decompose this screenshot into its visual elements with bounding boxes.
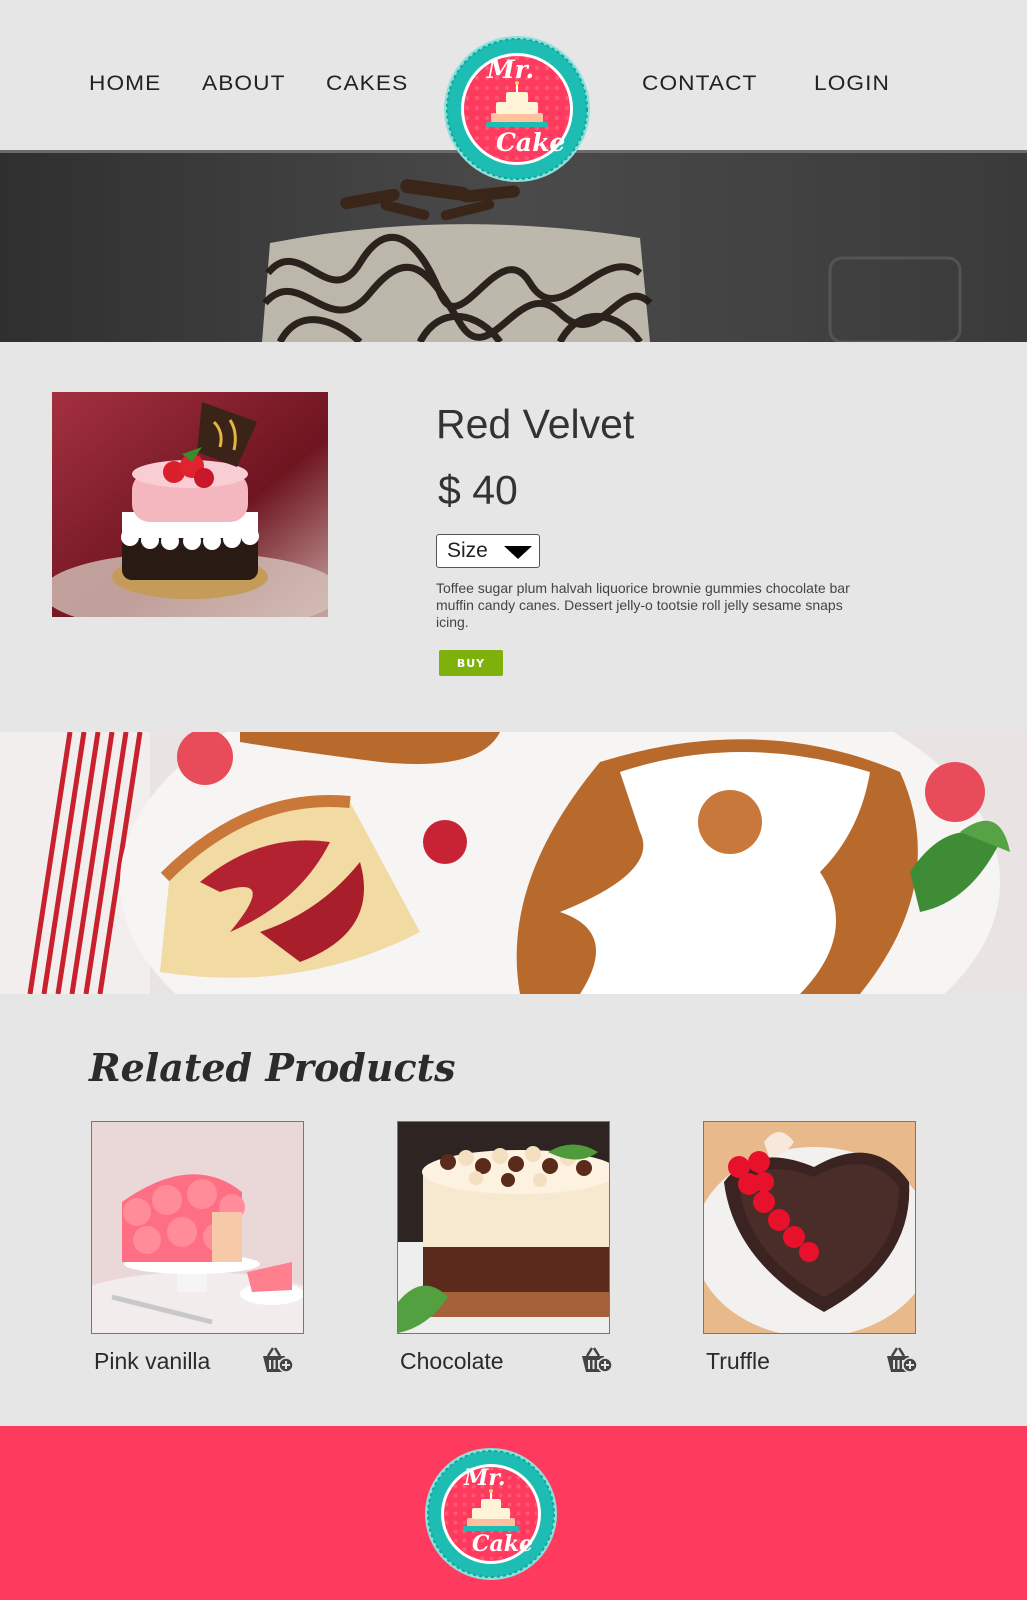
logo-text-cake: Cake bbox=[472, 1531, 534, 1557]
nav-home[interactable]: HOME bbox=[89, 72, 161, 96]
product-price: $ 40 bbox=[438, 467, 518, 513]
related-product-name[interactable]: Pink vanilla bbox=[94, 1347, 210, 1375]
nav-cakes[interactable]: CAKES bbox=[326, 72, 408, 96]
banner-image bbox=[0, 732, 1027, 994]
cart-add-icon[interactable] bbox=[580, 1346, 614, 1376]
related-product-card[interactable]: Chocolate bbox=[397, 1121, 615, 1381]
logo-text-mr: Mr. bbox=[487, 55, 535, 84]
product-description: Toffee sugar plum halvah liquorice brown… bbox=[436, 580, 850, 630]
nav-contact[interactable]: CONTACT bbox=[642, 72, 757, 96]
chevron-down-icon bbox=[504, 546, 532, 559]
related-product-image[interactable] bbox=[397, 1121, 610, 1334]
related-product-name[interactable]: Chocolate bbox=[400, 1347, 504, 1375]
nav-about[interactable]: ABOUT bbox=[202, 72, 286, 96]
logo-text-mr: Mr. bbox=[464, 1465, 506, 1491]
cart-add-icon[interactable] bbox=[261, 1346, 295, 1376]
related-product-card[interactable]: Pink vanilla bbox=[91, 1121, 309, 1381]
footer-logo[interactable]: Mr. Cake bbox=[424, 1446, 558, 1582]
product-title: Red Velvet bbox=[436, 401, 635, 447]
size-dropdown[interactable]: Size bbox=[436, 534, 540, 568]
buy-button[interactable]: BUY bbox=[439, 650, 503, 676]
related-product-name[interactable]: Truffle bbox=[706, 1347, 770, 1375]
related-product-image[interactable] bbox=[91, 1121, 304, 1334]
header-logo[interactable]: Mr. Cake bbox=[442, 33, 592, 186]
logo-text-cake: Cake bbox=[496, 128, 566, 157]
related-products-heading: Related Products bbox=[89, 1045, 456, 1090]
related-product-image[interactable] bbox=[703, 1121, 916, 1334]
cart-add-icon[interactable] bbox=[885, 1346, 919, 1376]
nav-login[interactable]: LOGIN bbox=[814, 72, 890, 96]
size-dropdown-label: Size bbox=[447, 539, 488, 562]
related-product-card[interactable]: Truffle bbox=[703, 1121, 921, 1381]
product-image bbox=[52, 392, 328, 617]
